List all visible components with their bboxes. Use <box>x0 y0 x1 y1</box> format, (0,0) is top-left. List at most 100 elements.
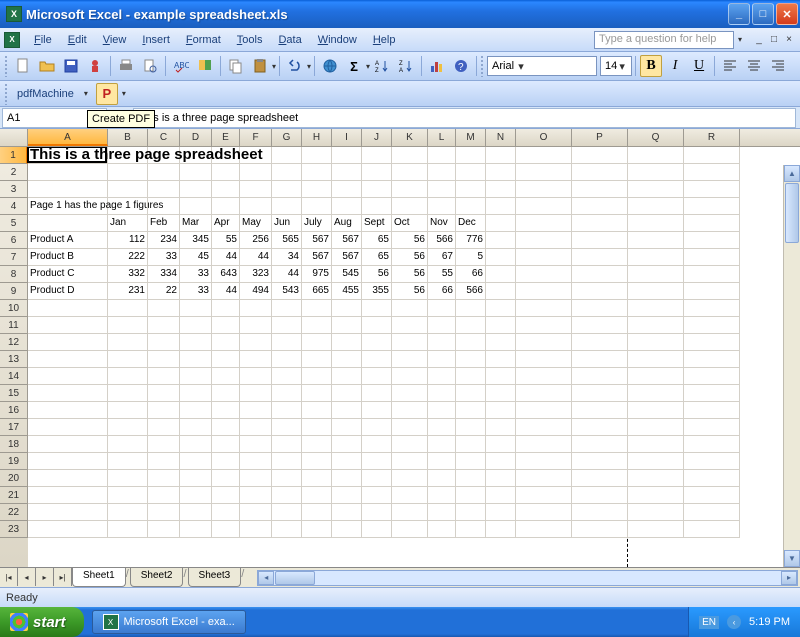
cell-B8[interactable]: 332 <box>108 266 148 283</box>
cell-N17[interactable] <box>486 419 516 436</box>
cell-G18[interactable] <box>272 436 302 453</box>
cell-L8[interactable]: 55 <box>428 266 456 283</box>
cell-E4[interactable] <box>212 198 240 215</box>
cell-D14[interactable] <box>180 368 212 385</box>
menu-insert[interactable]: Insert <box>134 32 178 48</box>
cell-B5[interactable]: Jan <box>108 215 148 232</box>
cell-M6[interactable]: 776 <box>456 232 486 249</box>
cell-M5[interactable]: Dec <box>456 215 486 232</box>
cell-R19[interactable] <box>684 453 740 470</box>
cell-M11[interactable] <box>456 317 486 334</box>
align-right-button[interactable] <box>767 55 789 77</box>
cell-E11[interactable] <box>212 317 240 334</box>
cell-M7[interactable]: 5 <box>456 249 486 266</box>
cell-K6[interactable]: 56 <box>392 232 428 249</box>
row-header-4[interactable]: 4 <box>0 198 28 215</box>
cell-C14[interactable] <box>148 368 180 385</box>
copy-button[interactable] <box>225 55 247 77</box>
cell-B16[interactable] <box>108 402 148 419</box>
pdfmachine-label[interactable]: pdfMachine <box>11 86 80 102</box>
cell-D23[interactable] <box>180 521 212 538</box>
sheet-tab-sheet2[interactable]: Sheet2 <box>130 568 184 587</box>
cell-M3[interactable] <box>456 181 486 198</box>
col-header-R[interactable]: R <box>684 129 740 146</box>
col-header-E[interactable]: E <box>212 129 240 146</box>
cell-K18[interactable] <box>392 436 428 453</box>
cell-J6[interactable]: 65 <box>362 232 392 249</box>
cell-H11[interactable] <box>302 317 332 334</box>
cell-O3[interactable] <box>516 181 572 198</box>
cell-R13[interactable] <box>684 351 740 368</box>
cell-R10[interactable] <box>684 300 740 317</box>
cell-O4[interactable] <box>516 198 572 215</box>
cell-A1[interactable]: This is a three page spreadsheet <box>28 147 108 164</box>
clock[interactable]: 5:19 PM <box>749 616 790 628</box>
cell-J21[interactable] <box>362 487 392 504</box>
cell-R14[interactable] <box>684 368 740 385</box>
cell-M17[interactable] <box>456 419 486 436</box>
maximize-button[interactable]: □ <box>752 3 774 25</box>
cell-I5[interactable]: Aug <box>332 215 362 232</box>
cell-M9[interactable]: 566 <box>456 283 486 300</box>
cell-O17[interactable] <box>516 419 572 436</box>
cell-Q6[interactable] <box>628 232 684 249</box>
cell-R4[interactable] <box>684 198 740 215</box>
formula-bar-input[interactable]: This is a three page spreadsheet <box>133 108 796 128</box>
col-header-A[interactable]: A <box>28 129 108 146</box>
cell-H4[interactable] <box>302 198 332 215</box>
row-header-11[interactable]: 11 <box>0 317 28 334</box>
cell-J23[interactable] <box>362 521 392 538</box>
cell-L22[interactable] <box>428 504 456 521</box>
cell-E19[interactable] <box>212 453 240 470</box>
cell-P20[interactable] <box>572 470 628 487</box>
cell-P14[interactable] <box>572 368 628 385</box>
cell-I14[interactable] <box>332 368 362 385</box>
cell-I17[interactable] <box>332 419 362 436</box>
cell-I23[interactable] <box>332 521 362 538</box>
cell-O13[interactable] <box>516 351 572 368</box>
cell-K12[interactable] <box>392 334 428 351</box>
row-header-20[interactable]: 20 <box>0 470 28 487</box>
paste-dropdown-icon[interactable]: ▾ <box>272 62 276 71</box>
cell-L4[interactable] <box>428 198 456 215</box>
cell-N22[interactable] <box>486 504 516 521</box>
minimize-button[interactable]: _ <box>728 3 750 25</box>
cell-R21[interactable] <box>684 487 740 504</box>
taskbar-task-excel[interactable]: X Microsoft Excel - exa... <box>92 610 246 634</box>
cell-G17[interactable] <box>272 419 302 436</box>
cell-C10[interactable] <box>148 300 180 317</box>
col-header-H[interactable]: H <box>302 129 332 146</box>
cell-I2[interactable] <box>332 164 362 181</box>
cell-M23[interactable] <box>456 521 486 538</box>
row-header-17[interactable]: 17 <box>0 419 28 436</box>
cell-G5[interactable]: Jun <box>272 215 302 232</box>
cell-D19[interactable] <box>180 453 212 470</box>
tab-nav-first[interactable]: |◂ <box>0 568 18 586</box>
horizontal-scrollbar[interactable]: ◂ ▸ <box>257 570 798 586</box>
cell-L12[interactable] <box>428 334 456 351</box>
cell-F7[interactable]: 44 <box>240 249 272 266</box>
cell-Q23[interactable] <box>628 521 684 538</box>
col-header-D[interactable]: D <box>180 129 212 146</box>
cell-A2[interactable] <box>28 164 108 181</box>
cell-K17[interactable] <box>392 419 428 436</box>
cell-Q22[interactable] <box>628 504 684 521</box>
menu-format[interactable]: Format <box>178 32 229 48</box>
cell-I18[interactable] <box>332 436 362 453</box>
cell-L17[interactable] <box>428 419 456 436</box>
cell-G13[interactable] <box>272 351 302 368</box>
cell-B20[interactable] <box>108 470 148 487</box>
cell-R2[interactable] <box>684 164 740 181</box>
cell-A11[interactable] <box>28 317 108 334</box>
cell-O8[interactable] <box>516 266 572 283</box>
cell-I12[interactable] <box>332 334 362 351</box>
row-header-19[interactable]: 19 <box>0 453 28 470</box>
cell-C18[interactable] <box>148 436 180 453</box>
menu-file[interactable]: File <box>26 32 60 48</box>
sheet-tab-sheet1[interactable]: Sheet1 <box>72 568 126 587</box>
cell-Q12[interactable] <box>628 334 684 351</box>
sort-asc-button[interactable]: AZ <box>371 55 393 77</box>
cell-R5[interactable] <box>684 215 740 232</box>
cell-H10[interactable] <box>302 300 332 317</box>
cell-K14[interactable] <box>392 368 428 385</box>
